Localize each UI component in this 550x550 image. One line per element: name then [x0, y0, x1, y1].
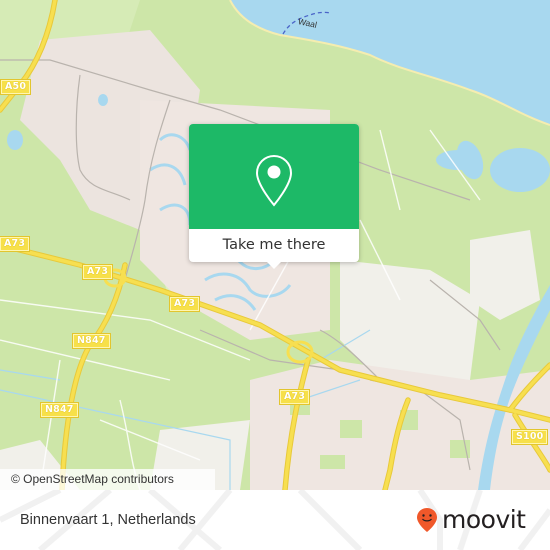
road-label-n847: N847: [72, 333, 111, 349]
road-label-a73: A73: [81, 264, 114, 280]
map-pin-icon: [255, 154, 293, 207]
road-label-s100: S100: [510, 429, 549, 445]
road-label-a73: A73: [278, 389, 311, 405]
take-me-there-button[interactable]: Take me there: [189, 229, 359, 262]
road-label-n847: N847: [40, 402, 79, 418]
footer-bar: Binnenvaart 1, Netherlands moovit: [0, 490, 550, 550]
map-attribution[interactable]: © OpenStreetMap contributors: [0, 469, 215, 490]
popup-pointer: [266, 261, 282, 269]
location-popup: Take me there: [189, 124, 359, 269]
moovit-logo[interactable]: moovit: [416, 505, 526, 535]
address-text: Binnenvaart 1, Netherlands: [20, 512, 196, 528]
road-label-a73: A73: [0, 236, 31, 252]
road-label-a50: A50: [0, 79, 32, 95]
popup-header: [189, 124, 359, 229]
road-label-a73: A73: [168, 296, 201, 312]
map-view[interactable]: Waal A50 A73 A73 A73 A73 N847 N847 S100 …: [0, 0, 550, 490]
moovit-smiley-pin-icon: [417, 508, 437, 532]
moovit-wordmark: moovit: [442, 505, 526, 534]
